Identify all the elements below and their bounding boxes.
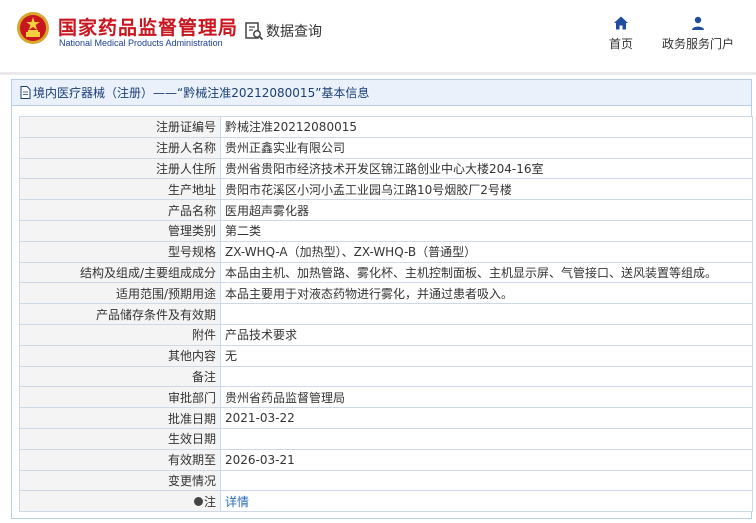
field-label: 注册人住所: [19, 157, 221, 180]
table-row: 附件 产品技术要求: [19, 323, 753, 346]
table-row: 生效日期: [19, 427, 753, 450]
field-value: 黔械注准20212080015: [220, 116, 753, 138]
field-value: 贵阳市花溪区小河小孟工业园乌江路10号烟胶厂2号楼: [220, 178, 753, 201]
table-row: 审批部门 贵州省药品监督管理局: [19, 386, 753, 409]
field-value: [220, 427, 753, 450]
nav-home-label: 首页: [608, 37, 633, 51]
details-link[interactable]: 详情: [225, 495, 249, 509]
note-row: 注 详情: [19, 490, 753, 513]
field-label: 其他内容: [19, 344, 221, 367]
field-value: 贵州省贵阳市经济技术开发区锦江路创业中心大楼204-16室: [220, 157, 753, 180]
field-value: [220, 469, 753, 492]
note-value-cell: 详情: [220, 490, 753, 513]
table-row: 备注: [19, 365, 753, 388]
table-row: 批准日期 2021-03-22: [19, 407, 753, 429]
table-row: 型号规格 ZX-WHQ-A（加热型）、ZX-WHQ-B（普通型）: [19, 240, 753, 263]
note-label-cell: 注: [19, 490, 221, 513]
field-label: 审批部门: [19, 386, 221, 409]
data-query-link[interactable]: 数据查询: [244, 20, 322, 42]
registration-info-table: 注册证编号 黔械注准20212080015 注册人名称 贵州正鑫实业有限公司 注…: [19, 116, 753, 513]
detail-panel: 境内医疗器械（注册）——“黔械注准20212080015”基本信息 注册证编号 …: [11, 79, 753, 519]
nav-home[interactable]: 首页: [604, 15, 638, 52]
field-label: 有效期至: [19, 448, 221, 471]
field-value: [220, 365, 753, 388]
note-label: 注: [203, 494, 216, 509]
site-title: 国家药品监督管理局: [58, 17, 239, 39]
field-value: 产品技术要求: [220, 323, 753, 346]
field-label: 型号规格: [19, 240, 221, 263]
field-value: 本品由主机、加热管路、雾化杯、主机控制面板、主机显示屏、气管接口、送风装置等组成…: [220, 261, 753, 284]
national-emblem-icon: [17, 12, 49, 44]
field-label: 生效日期: [19, 427, 221, 450]
table-row: 注册人名称 贵州正鑫实业有限公司: [19, 136, 753, 159]
site-title-english: National Medical Products Administration: [59, 38, 223, 48]
table-row: 注册人住所 贵州省贵阳市经济技术开发区锦江路创业中心大楼204-16室: [19, 157, 753, 180]
field-value: ZX-WHQ-A（加热型）、ZX-WHQ-B（普通型）: [220, 240, 753, 263]
table-row: 变更情况: [19, 469, 753, 492]
table-row: 产品名称 医用超声雾化器: [19, 199, 753, 221]
home-icon: [614, 16, 628, 30]
field-label: 注册人名称: [19, 136, 221, 159]
nav-service-portal[interactable]: 政务服务门户: [657, 15, 739, 52]
document-icon: [20, 86, 31, 99]
panel-title-bar: 境内医疗器械（注册）——“黔械注准20212080015”基本信息: [12, 80, 751, 106]
field-value: 2026-03-21: [220, 448, 753, 471]
field-label: 变更情况: [19, 469, 221, 492]
field-value: 第二类: [220, 219, 753, 242]
table-row: 其他内容 无: [19, 344, 753, 367]
data-query-label: 数据查询: [266, 24, 322, 40]
field-label: 生产地址: [19, 178, 221, 201]
table-row: 有效期至 2026-03-21: [19, 448, 753, 471]
field-label: 批准日期: [19, 407, 221, 429]
nav-service-label: 政务服务门户: [661, 37, 734, 51]
user-icon: [692, 16, 704, 30]
field-label: 注册证编号: [19, 116, 221, 138]
field-label: 附件: [19, 323, 221, 346]
table-row: 管理类别 第二类: [19, 219, 753, 242]
table-row: 注册证编号 黔械注准20212080015: [19, 116, 753, 138]
field-label: 产品名称: [19, 199, 221, 221]
search-document-icon: [245, 22, 264, 41]
field-value: 2021-03-22: [220, 407, 753, 429]
field-value: 本品主要用于对液态药物进行雾化，并通过患者吸入。: [220, 282, 753, 305]
field-label: 产品储存条件及有效期: [19, 303, 221, 325]
field-value: 贵州正鑫实业有限公司: [220, 136, 753, 159]
field-label: 适用范围/预期用途: [19, 282, 221, 305]
field-label: 结构及组成/主要组成成分: [19, 261, 221, 284]
site-header: 国家药品监督管理局 National Medical Products Admi…: [0, 0, 756, 72]
field-value: 医用超声雾化器: [220, 199, 753, 221]
field-value: [220, 303, 753, 325]
table-row: 结构及组成/主要组成成分 本品由主机、加热管路、雾化杯、主机控制面板、主机显示屏…: [19, 261, 753, 284]
field-value: 无: [220, 344, 753, 367]
table-row: 生产地址 贵阳市花溪区小河小孟工业园乌江路10号烟胶厂2号楼: [19, 178, 753, 201]
header-divider: [0, 72, 756, 75]
field-label: 管理类别: [19, 219, 221, 242]
note-icon: [193, 496, 203, 506]
table-row: 产品储存条件及有效期: [19, 303, 753, 325]
field-label: 备注: [19, 365, 221, 388]
table-row: 适用范围/预期用途 本品主要用于对液态药物进行雾化，并通过患者吸入。: [19, 282, 753, 305]
field-value: 贵州省药品监督管理局: [220, 386, 753, 409]
panel-title: 境内医疗器械（注册）——“黔械注准20212080015”基本信息: [33, 86, 370, 100]
